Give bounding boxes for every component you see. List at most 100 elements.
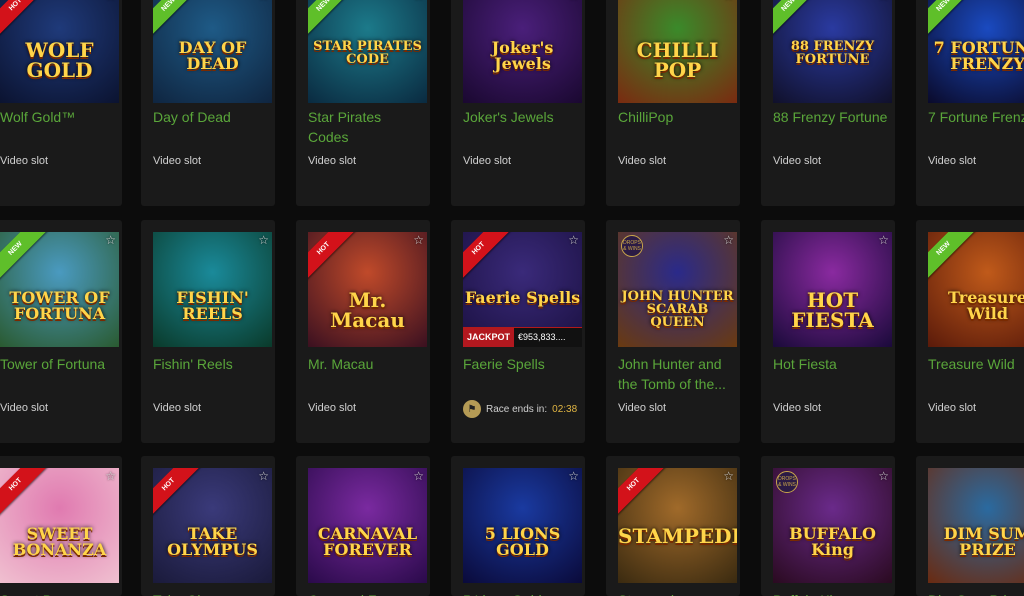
game-thumbnail[interactable]: Faerie Spells HOT ☆ JACKPOT €953,833....: [463, 232, 582, 347]
game-thumbnail[interactable]: Mr. Macau HOT ☆: [308, 232, 427, 347]
favorite-star-icon[interactable]: ☆: [413, 0, 424, 2]
favorite-star-icon[interactable]: ☆: [258, 234, 269, 246]
game-type-label: Video slot: [773, 402, 822, 414]
game-title[interactable]: Stampede: [618, 590, 734, 596]
favorite-star-icon[interactable]: ☆: [568, 0, 579, 2]
game-card[interactable]: SWEET BONANZAHOT☆ Sweet Bonanza: [0, 456, 122, 596]
game-title[interactable]: Dim Sum Prize: [928, 590, 1024, 596]
favorite-star-icon[interactable]: ☆: [723, 470, 734, 482]
game-card[interactable]: Joker's Jewels ☆ Joker's Jewels Video slot: [451, 0, 585, 206]
game-title[interactable]: Treasure Wild: [928, 354, 1024, 374]
game-logo: HOT FIESTA: [791, 288, 874, 332]
game-thumbnail[interactable]: DIM SUM PRIZE☆: [928, 468, 1024, 583]
game-card[interactable]: 88 FRENZY FORTUNENEW☆ 88 Frenzy Fortune Vi…: [761, 0, 895, 206]
game-card[interactable]: DIM SUM PRIZE☆ Dim Sum Prize: [916, 456, 1024, 596]
game-title[interactable]: Hot Fiesta: [773, 354, 889, 374]
game-card[interactable]: Mr. Macau HOT ☆ Mr. Macau Video slot: [296, 220, 430, 443]
game-thumbnail[interactable]: CHILLI POP ☆: [618, 0, 737, 103]
game-thumbnail[interactable]: TOWER OF FORTUNA NEW ☆: [0, 232, 119, 347]
game-title[interactable]: Fishin' Reels: [153, 354, 269, 374]
favorite-star-icon[interactable]: ☆: [105, 234, 116, 246]
game-type-label: Video slot: [618, 155, 667, 167]
game-card[interactable]: STAMPEDEHOT☆ Stampede: [606, 456, 740, 596]
game-title[interactable]: 5 Lions Gold: [463, 590, 579, 596]
game-logo: Joker's Jewels: [491, 38, 554, 73]
jackpot-value: €953,833....: [518, 332, 566, 342]
game-title[interactable]: Take Olympus: [153, 590, 269, 596]
game-thumbnail[interactable]: STAR PIRATES CODENEW☆: [308, 0, 427, 103]
game-thumbnail[interactable]: TAKE OLYMPUS HOT ☆: [153, 468, 272, 583]
game-card[interactable]: FISHIN' REELS ☆ Fishin' Reels Video slot: [141, 220, 275, 443]
game-thumbnail[interactable]: STAMPEDE HOT ☆: [618, 468, 737, 583]
game-title[interactable]: Tower of Fortuna: [0, 354, 116, 374]
game-logo: 7 FORTUNE FRENZY: [933, 38, 1024, 73]
game-title[interactable]: Day of Dead: [153, 107, 269, 127]
favorite-star-icon[interactable]: ☆: [878, 234, 889, 246]
game-type-label: Video slot: [153, 402, 202, 414]
game-title[interactable]: Faerie Spells: [463, 354, 579, 374]
game-title[interactable]: Carnaval Forever: [308, 590, 424, 596]
game-card[interactable]: 7 FORTUNE FRENZYNEW☆ 7 Fortune Frenzy Vide…: [916, 0, 1024, 206]
game-card[interactable]: JOHN HUNTER SCARAB QUEEN DROPS & WINS ☆ Joh…: [606, 220, 740, 443]
game-thumbnail[interactable]: 88 FRENZY FORTUNENEW☆: [773, 0, 892, 103]
game-title[interactable]: 7 Fortune Frenzy: [928, 107, 1024, 127]
game-card[interactable]: 5 LIONS GOLD ☆ 5 Lions Gold: [451, 456, 585, 596]
game-logo: Treasure Wild: [948, 288, 1024, 323]
game-title[interactable]: Buffalo King: [773, 590, 889, 596]
game-card[interactable]: BUFFALO King DROPS & WINS ☆ Buffalo King: [761, 456, 895, 596]
favorite-star-icon[interactable]: ☆: [568, 470, 579, 482]
game-thumbnail[interactable]: Treasure WildNEW☆: [928, 232, 1024, 347]
game-thumbnail[interactable]: 5 LIONS GOLD ☆: [463, 468, 582, 583]
game-card[interactable]: TAKE OLYMPUSHOT☆ Take Olympus: [141, 456, 275, 596]
game-logo: 88 FRENZY FORTUNE: [790, 39, 875, 67]
favorite-star-icon[interactable]: ☆: [723, 234, 734, 246]
favorite-star-icon[interactable]: ☆: [878, 470, 889, 482]
game-logo: JOHN HUNTER SCARAB QUEEN: [621, 289, 734, 330]
game-title[interactable]: Joker's Jewels: [463, 107, 579, 127]
game-card[interactable]: Faerie Spells HOT ☆ JACKPOT €953,833.... Faer…: [451, 220, 585, 443]
game-logo: STAR PIRATES CODE: [313, 39, 422, 67]
game-title[interactable]: Mr. Macau: [308, 354, 424, 374]
favorite-star-icon[interactable]: ☆: [258, 470, 269, 482]
game-card[interactable]: WOLF GOLDHOT☆ Wolf Gold™ Video slot: [0, 0, 122, 206]
game-logo: Faerie Spells: [464, 288, 581, 307]
jackpot-banner: JACKPOT €953,833....: [463, 327, 582, 347]
game-thumbnail[interactable]: JOHN HUNTER SCARAB QUEEN DROPS & WINS ☆: [618, 232, 737, 347]
game-logo: WOLF GOLD: [25, 38, 94, 82]
favorite-star-icon[interactable]: ☆: [413, 234, 424, 246]
game-thumbnail[interactable]: WOLF GOLDHOT☆: [0, 0, 119, 103]
game-thumbnail[interactable]: 7 FORTUNE FRENZYNEW☆: [928, 0, 1024, 103]
game-title[interactable]: Sweet Bonanza: [0, 590, 116, 596]
game-logo: TAKE OLYMPUS: [167, 524, 258, 559]
game-title[interactable]: John Hunter and the Tomb of the...: [618, 354, 734, 394]
game-card[interactable]: STAR PIRATES CODENEW☆Star Pirates Codes V…: [296, 0, 430, 206]
game-thumbnail[interactable]: FISHIN' REELS ☆: [153, 232, 272, 347]
game-title[interactable]: 88 Frenzy Fortune: [773, 107, 889, 127]
favorite-star-icon[interactable]: ☆: [105, 470, 116, 482]
game-thumbnail[interactable]: BUFFALO King DROPS & WINS ☆: [773, 468, 892, 583]
favorite-star-icon[interactable]: ☆: [105, 0, 116, 2]
game-thumbnail[interactable]: SWEET BONANZA HOT ☆: [0, 468, 119, 583]
jackpot-label: JACKPOT: [463, 328, 515, 347]
game-title[interactable]: Star Pirates Codes: [308, 107, 424, 147]
game-thumbnail[interactable]: CARNAVAL FOREVER ☆: [308, 468, 427, 583]
game-card[interactable]: Treasure WildNEW☆Treasure WildVideo slot: [916, 220, 1024, 443]
game-thumbnail[interactable]: Joker's Jewels ☆: [463, 0, 582, 103]
game-type-label: Video slot: [618, 402, 667, 414]
favorite-star-icon[interactable]: ☆: [568, 234, 579, 246]
race-countdown: 02:38: [552, 403, 578, 415]
game-type-label: Video slot: [928, 155, 977, 167]
game-thumbnail[interactable]: HOT FIESTA ☆: [773, 232, 892, 347]
game-card[interactable]: TOWER OF FORTUNA NEW ☆ Tower of Fortuna Vide…: [0, 220, 122, 443]
favorite-star-icon[interactable]: ☆: [878, 0, 889, 2]
game-title[interactable]: Wolf Gold™: [0, 107, 116, 127]
game-card[interactable]: CHILLI POP ☆ ChilliPop Video slot: [606, 0, 740, 206]
game-thumbnail[interactable]: DAY OF DEADNEW☆: [153, 0, 272, 103]
game-card[interactable]: DAY OF DEADNEW☆ Day of Dead Video slot: [141, 0, 275, 206]
favorite-star-icon[interactable]: ☆: [723, 0, 734, 2]
favorite-star-icon[interactable]: ☆: [258, 0, 269, 2]
game-card[interactable]: CARNAVAL FOREVER ☆ Carnaval Forever: [296, 456, 430, 596]
game-card[interactable]: HOT FIESTA ☆ Hot Fiesta Video slot: [761, 220, 895, 443]
favorite-star-icon[interactable]: ☆: [413, 470, 424, 482]
game-title[interactable]: ChilliPop: [618, 107, 734, 127]
